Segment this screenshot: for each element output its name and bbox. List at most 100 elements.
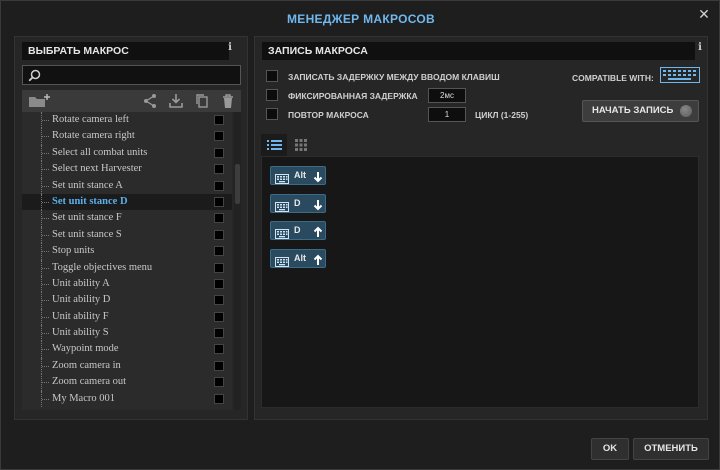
macro-item-checkbox[interactable]: [214, 311, 224, 322]
macro-item-checkbox[interactable]: [214, 295, 224, 306]
download-icon[interactable]: [168, 93, 184, 109]
macro-list-item[interactable]: Unit ability A: [22, 275, 232, 293]
tree-line: [41, 243, 49, 260]
arrow-down-icon: [313, 198, 323, 216]
macro-item-checkbox[interactable]: [214, 344, 224, 355]
start-recording-label: НАЧАТЬ ЗАПИСЬ: [592, 105, 674, 116]
left-info-icon[interactable]: i: [225, 42, 235, 54]
macro-item-checkbox[interactable]: [214, 262, 224, 273]
tree-line: [41, 112, 49, 129]
macro-list-item[interactable]: Stop units: [22, 243, 232, 260]
macro-list-item[interactable]: Set unit stance A: [22, 177, 232, 194]
cancel-button[interactable]: ОТМЕНИТЬ: [633, 438, 709, 460]
macro-item-checkbox[interactable]: [214, 246, 224, 257]
select-macro-panel: ВЫБРАТЬ МАКРОС i Rotate camera left Rota…: [14, 36, 248, 420]
macro-item-label: My Macro 001: [52, 392, 115, 404]
macro-item-checkbox[interactable]: [214, 147, 224, 158]
macro-event[interactable]: D: [270, 221, 326, 240]
record-icon: [680, 105, 692, 117]
macro-list-item[interactable]: Set unit stance S: [22, 226, 232, 244]
macro-list-item[interactable]: Set unit stance F: [22, 210, 232, 227]
macro-item-checkbox[interactable]: [214, 164, 224, 175]
folder-add-icon[interactable]: [28, 93, 52, 109]
fixed-delay-checkbox[interactable]: [266, 89, 278, 101]
macro-list-item[interactable]: Select next Harvester: [22, 161, 232, 178]
macro-item-label: Select next Harvester: [52, 163, 142, 175]
macro-item-label: Unit ability D: [52, 294, 111, 306]
arrow-up-icon: [313, 225, 323, 243]
view-tabs: [261, 134, 704, 156]
macro-item-checkbox[interactable]: [214, 278, 224, 289]
macro-item-checkbox[interactable]: [214, 180, 224, 191]
record-delay-checkbox[interactable]: [266, 70, 278, 82]
tree-line: [41, 308, 49, 326]
keyboard-icon: [275, 226, 289, 244]
fixed-delay-input[interactable]: 2мс: [428, 88, 466, 103]
macro-item-checkbox[interactable]: [214, 377, 224, 388]
macro-item-label: Stop units: [52, 245, 95, 257]
repeat-macro-label: ПОВТОР МАКРОСА: [288, 110, 369, 120]
event-key-label: Alt: [294, 170, 306, 180]
macro-item-checkbox[interactable]: [214, 131, 224, 142]
macro-list-item[interactable]: Unit ability F: [22, 308, 232, 326]
macro-manager-window: МЕНЕДЖЕР МАКРОСОВ ✕ ВЫБРАТЬ МАКРОС i Rot…: [0, 0, 720, 470]
macro-item-label: Zoom camera in: [52, 359, 121, 371]
macro-list-item[interactable]: Unit ability S: [22, 325, 232, 342]
scroll-thumb[interactable]: [235, 164, 240, 204]
macro-item-label: Rotate camera left: [52, 114, 129, 125]
ok-button[interactable]: OK: [591, 438, 629, 460]
macro-list-item[interactable]: Unit ability D: [22, 292, 232, 309]
event-key-label: D: [294, 197, 301, 208]
macro-item-checkbox[interactable]: [214, 393, 224, 404]
tab-list-view[interactable]: [261, 134, 287, 156]
macro-list-item[interactable]: Select all combat units: [22, 144, 232, 162]
macro-item-checkbox[interactable]: [214, 213, 224, 224]
macro-event[interactable]: D: [270, 193, 326, 216]
copy-icon[interactable]: [194, 93, 210, 109]
macro-list-item[interactable]: Set unit stance D: [22, 193, 232, 211]
tab-grid-view[interactable]: [289, 134, 315, 156]
keyboard-icon: [275, 199, 289, 217]
macro-events-area: Alt D D Alt: [261, 156, 699, 408]
right-info-icon[interactable]: i: [695, 42, 705, 54]
macro-search-input[interactable]: [22, 65, 241, 85]
macro-event[interactable]: Alt: [270, 166, 326, 185]
search-icon: [28, 69, 41, 82]
macro-item-label: Zoom camera out: [52, 376, 127, 388]
macro-list-item[interactable]: Zoom camera in: [22, 357, 232, 375]
macro-item-checkbox[interactable]: [214, 328, 224, 339]
tree-line: [41, 357, 49, 375]
trash-icon[interactable]: [220, 93, 236, 109]
share-icon[interactable]: [142, 93, 158, 109]
start-recording-button[interactable]: НАЧАТЬ ЗАПИСЬ: [582, 100, 699, 122]
macro-list-item[interactable]: Rotate camera right: [22, 128, 232, 145]
tree-line: [41, 390, 49, 408]
macro-item-checkbox[interactable]: [214, 360, 224, 371]
tree-line: [41, 292, 49, 309]
macro-list-item[interactable]: Waypoint mode: [22, 341, 232, 358]
macro-list-item[interactable]: My Macro 001: [22, 390, 232, 408]
macro-item-checkbox[interactable]: [214, 196, 224, 207]
macro-item-checkbox[interactable]: [214, 229, 224, 240]
macro-item-label: Set unit stance S: [52, 228, 122, 240]
tree-line: [41, 325, 49, 342]
macro-item-label: Waypoint mode: [52, 343, 119, 355]
keyboard-icon: [275, 171, 289, 189]
macro-list-item[interactable]: Zoom camera out: [22, 374, 232, 391]
macro-toolbar: [22, 90, 241, 112]
repeat-macro-checkbox[interactable]: [266, 108, 278, 120]
macro-list-scrollbar[interactable]: [234, 112, 241, 410]
tree-line: [41, 161, 49, 178]
tree-line: [41, 144, 49, 162]
macro-list-item[interactable]: Toggle objectives menu: [22, 259, 232, 276]
macro-item-label: Unit ability A: [52, 277, 110, 289]
macro-event[interactable]: Alt: [270, 248, 326, 268]
repeat-count-input[interactable]: 1: [428, 107, 466, 122]
macro-item-checkbox[interactable]: [214, 115, 224, 125]
macro-item-label: Rotate camera right: [52, 130, 135, 142]
tree-line: [41, 177, 49, 194]
macro-list-item[interactable]: Rotate camera left: [22, 112, 232, 129]
macro-item-label: Set unit stance A: [52, 179, 123, 191]
list-view-icon: [267, 140, 282, 150]
close-icon[interactable]: ✕: [697, 7, 711, 21]
